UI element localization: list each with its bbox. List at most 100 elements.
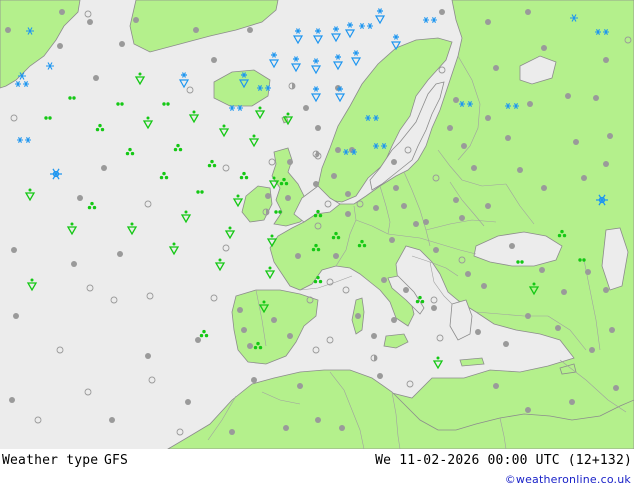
dot-symbol	[295, 253, 301, 259]
dot-symbol	[355, 313, 361, 319]
dot-symbol	[403, 287, 409, 293]
dot-symbol	[247, 27, 253, 33]
dot-symbol	[525, 313, 531, 319]
dot-symbol	[569, 399, 575, 405]
dot-symbol	[373, 205, 379, 211]
dot-symbol	[371, 333, 377, 339]
dot-symbol	[459, 215, 465, 221]
dot-symbol	[345, 211, 351, 217]
dot-symbol	[315, 125, 321, 131]
dot-symbol	[493, 65, 499, 71]
dot-symbol	[505, 135, 511, 141]
dot-symbol	[603, 161, 609, 167]
dot-symbol	[527, 101, 533, 107]
weather-type-map	[0, 0, 634, 449]
dot-symbol	[485, 203, 491, 209]
dot-symbol	[13, 313, 19, 319]
dot-symbol	[447, 125, 453, 131]
dot-symbol	[335, 147, 341, 153]
dot-symbol	[493, 383, 499, 389]
dot-symbol	[315, 417, 321, 423]
dot-symbol	[589, 347, 595, 353]
dot-symbol	[185, 399, 191, 405]
dot-symbol	[391, 159, 397, 165]
dot-symbol	[251, 377, 257, 383]
dot-symbol	[565, 93, 571, 99]
dot-symbol	[539, 267, 545, 273]
dot-symbol	[271, 317, 277, 323]
dot-symbol	[389, 237, 395, 243]
dot-symbol	[613, 385, 619, 391]
dot-symbol	[471, 165, 477, 171]
dot-symbol	[287, 333, 293, 339]
dot-symbol	[133, 17, 139, 23]
dot-symbol	[283, 425, 289, 431]
dot-symbol	[413, 221, 419, 227]
dot-symbol	[603, 287, 609, 293]
dot-symbol	[303, 105, 309, 111]
dot-symbol	[93, 75, 99, 81]
dot-symbol	[193, 27, 199, 33]
dot-symbol	[77, 195, 83, 201]
dot-symbol	[287, 159, 293, 165]
dot-symbol	[541, 185, 547, 191]
dot-symbol	[377, 373, 383, 379]
dot-symbol	[607, 133, 613, 139]
dot-symbol	[461, 143, 467, 149]
dot-symbol	[11, 247, 17, 253]
dot-symbol	[333, 253, 339, 259]
dot-symbol	[593, 95, 599, 101]
map-footer: Weather type GFS We 11-02-2026 00:00 UTC…	[0, 449, 634, 490]
dot-symbol	[431, 305, 437, 311]
dot-symbol	[453, 197, 459, 203]
dot-symbol	[313, 181, 319, 187]
dot-symbol	[345, 191, 351, 197]
dot-symbol	[561, 289, 567, 295]
dot-symbol	[241, 327, 247, 333]
dot-symbol	[517, 167, 523, 173]
dot-symbol	[5, 27, 11, 33]
dot-symbol	[439, 9, 445, 15]
dot-symbol	[145, 353, 151, 359]
dot-symbol	[247, 343, 253, 349]
dot-symbol	[381, 277, 387, 283]
weather-map-frame: Weather type GFS We 11-02-2026 00:00 UTC…	[0, 0, 634, 490]
dot-symbol	[555, 325, 561, 331]
dot-symbol	[391, 317, 397, 323]
dot-symbol	[481, 283, 487, 289]
dot-symbol	[9, 397, 15, 403]
dot-symbol	[433, 247, 439, 253]
dot-symbol	[485, 115, 491, 121]
dot-symbol	[119, 41, 125, 47]
source-credit[interactable]: ©weatheronline.co.uk	[505, 473, 631, 486]
dot-symbol	[485, 19, 491, 25]
dot-symbol	[265, 193, 271, 199]
dot-symbol	[211, 57, 217, 63]
dot-symbol	[503, 341, 509, 347]
dot-symbol	[285, 195, 291, 201]
dot-symbol	[117, 251, 123, 257]
dot-symbol	[401, 203, 407, 209]
dot-symbol	[339, 425, 345, 431]
model-name: GFS	[104, 453, 129, 468]
dot-symbol	[87, 19, 93, 25]
dot-symbol	[609, 327, 615, 333]
dot-symbol	[541, 45, 547, 51]
dot-symbol	[509, 243, 515, 249]
dot-symbol	[475, 329, 481, 335]
dot-symbol	[603, 57, 609, 63]
dot-symbol	[331, 173, 337, 179]
dot-symbol	[525, 9, 531, 15]
dot-symbol	[465, 271, 471, 277]
dot-symbol	[581, 175, 587, 181]
dot-symbol	[585, 269, 591, 275]
map-title: Weather type	[2, 453, 99, 468]
dot-symbol	[525, 407, 531, 413]
valid-datetime: We 11-02-2026 00:00 UTC (12+132)	[375, 453, 632, 468]
dot-symbol	[229, 429, 235, 435]
dot-symbol	[297, 383, 303, 389]
dot-symbol	[101, 165, 107, 171]
dot-symbol	[195, 337, 201, 343]
dot-symbol	[71, 261, 77, 267]
dot-symbol	[393, 185, 399, 191]
